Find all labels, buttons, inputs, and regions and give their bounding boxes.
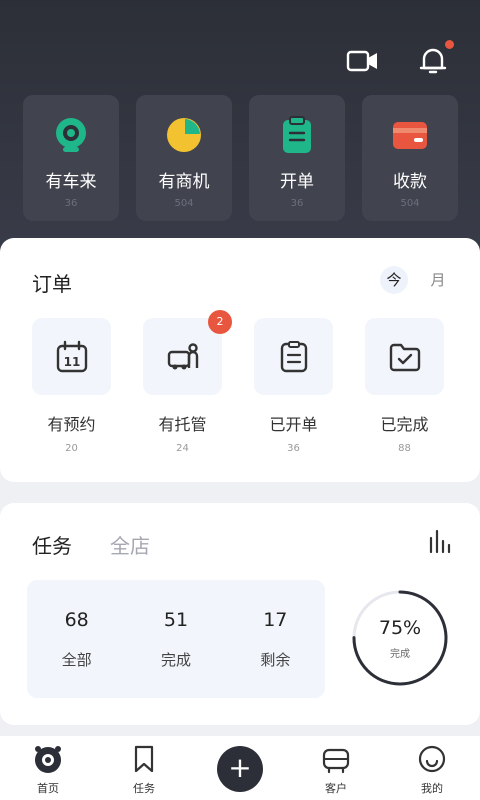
order-title: 订单 [32, 272, 72, 296]
tab-tasks[interactable]: 任务 [114, 744, 174, 796]
notification-dot [445, 40, 454, 49]
order-item-label: 已开单 [269, 415, 318, 434]
order-item-reserved[interactable]: 11 有预约 20 [32, 318, 111, 454]
quick-action-label: 开单 [280, 172, 314, 192]
quick-action-car-arrival[interactable]: 有车来 36 [23, 95, 119, 221]
car-icon [322, 748, 350, 774]
tab-whole-store[interactable]: 全店 [110, 530, 150, 559]
order-item-label: 已完成 [380, 415, 429, 434]
progress-percent: 75% [378, 616, 422, 639]
home-camera-icon [35, 746, 61, 773]
task-stats: 68 全部 51 完成 17 剩余 [27, 580, 325, 698]
stat-label: 全部 [61, 650, 92, 669]
quick-action-count: 36 [290, 198, 304, 209]
stat-done[interactable]: 51 完成 [161, 609, 191, 670]
top-actions [346, 40, 454, 78]
quick-action-payment[interactable]: 收款 504 [362, 95, 458, 221]
period-month[interactable]: 月 [424, 266, 452, 294]
order-item-completed[interactable]: 已完成 88 [365, 318, 444, 454]
progress-label: 完成 [390, 648, 410, 660]
order-item-count: 36 [287, 443, 300, 454]
order-icon-box [365, 318, 444, 395]
bar-chart-icon[interactable] [428, 528, 454, 554]
tab-task[interactable]: 任务 [32, 530, 72, 559]
folder-check-icon [389, 343, 420, 371]
order-item-count: 88 [398, 443, 411, 454]
tab-profile[interactable]: 我的 [402, 744, 462, 796]
order-item-label: 有预约 [47, 415, 96, 434]
quick-action-count: 504 [400, 198, 420, 209]
clipboard-icon [283, 116, 311, 153]
video-camera-icon[interactable] [346, 44, 380, 78]
period-today[interactable]: 今 [380, 266, 408, 294]
wallet-icon [393, 122, 427, 149]
quick-actions: 有车来 36 有商机 504 开单 36 收款 504 [23, 95, 458, 221]
tab-label: 客户 [325, 782, 347, 795]
period-switch: 今 月 [380, 266, 452, 294]
quick-action-label: 有车来 [45, 172, 97, 192]
stat-value: 68 [64, 608, 89, 631]
pie-chart-icon [167, 118, 201, 152]
tab-add[interactable]: + [210, 744, 270, 792]
quick-action-count: 504 [174, 198, 194, 209]
stat-all[interactable]: 68 全部 [62, 609, 92, 670]
bottom-tab-bar: 首页 任务 + 客户 我的 [0, 736, 480, 800]
bookmark-icon [134, 745, 154, 773]
stat-value: 17 [263, 608, 288, 631]
camera-icon [56, 118, 86, 152]
order-status-row: 11 有预约 20 2 有托管 24 已开单 36 已完成 88 [32, 310, 444, 454]
calendar-icon: 11 [56, 340, 87, 372]
stat-remaining[interactable]: 17 剩余 [260, 609, 290, 670]
quick-action-label: 收款 [393, 172, 427, 192]
order-item-hosted[interactable]: 2 有托管 24 [143, 310, 232, 454]
car-service-icon [167, 342, 198, 369]
document-icon [280, 340, 307, 372]
smiley-icon [418, 745, 446, 773]
svg-text:11: 11 [63, 355, 80, 369]
stat-label: 剩余 [260, 650, 291, 669]
order-icon-box: 2 [143, 310, 232, 395]
order-item-count: 20 [65, 443, 78, 454]
progress-ring-text: 75% 完成 [350, 588, 450, 688]
stat-value: 51 [163, 608, 189, 631]
tab-customers[interactable]: 客户 [306, 744, 366, 796]
order-item-opened[interactable]: 已开单 36 [254, 318, 333, 454]
tab-home[interactable]: 首页 [18, 744, 78, 796]
quick-action-count: 36 [64, 198, 78, 209]
tab-label: 首页 [37, 782, 59, 795]
task-tabs: 任务 全店 [32, 530, 150, 559]
stat-label: 完成 [160, 650, 191, 669]
quick-action-opportunity[interactable]: 有商机 504 [136, 95, 232, 221]
hosted-badge: 2 [208, 310, 232, 334]
order-item-count: 24 [176, 443, 189, 454]
quick-action-create-order[interactable]: 开单 36 [249, 95, 345, 221]
plus-icon: + [217, 746, 263, 792]
order-icon-box: 11 [32, 318, 111, 395]
order-item-label: 有托管 [158, 415, 207, 434]
quick-action-label: 有商机 [158, 172, 210, 192]
tab-label: 任务 [133, 782, 155, 795]
tab-label: 我的 [421, 782, 443, 795]
bell-icon[interactable] [416, 40, 454, 78]
order-icon-box [254, 318, 333, 395]
